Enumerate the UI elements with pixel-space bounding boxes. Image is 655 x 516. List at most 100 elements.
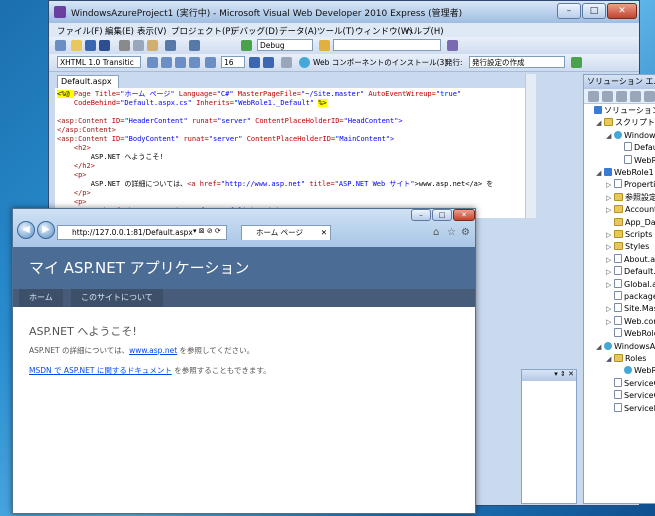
editor-scrollbar[interactable] (525, 74, 536, 218)
tree-item[interactable]: packages.config (606, 291, 655, 302)
menu-file[interactable]: ファイル(F) (57, 25, 103, 37)
redo-icon[interactable] (189, 40, 200, 51)
home-icon[interactable]: ⌂ (433, 227, 439, 238)
asp-net-link[interactable]: www.asp.net (129, 346, 177, 355)
expand-arrow-icon[interactable]: ◢ (606, 354, 612, 365)
tree-item[interactable]: Default.aspx (616, 142, 655, 153)
nav-home[interactable]: ホーム (19, 289, 63, 307)
code-line[interactable]: <p> (57, 171, 87, 180)
tree-item[interactable]: ▷ Default.aspx (606, 266, 655, 278)
minimize-button[interactable]: – (557, 3, 581, 19)
expand-arrow-icon[interactable]: ▷ (606, 242, 612, 253)
tree-item[interactable]: WebRole1 (616, 365, 655, 376)
code-line[interactable]: <asp:Content ID="BodyContent" runat="ser… (57, 135, 394, 144)
save-all-icon[interactable] (99, 40, 110, 51)
tree-item[interactable]: ▷ Styles (606, 241, 649, 253)
tree-item[interactable]: App_Data (606, 217, 655, 228)
format-icon[interactable] (147, 57, 158, 68)
expand-arrow-icon[interactable]: ▷ (606, 304, 612, 315)
vs-titlebar[interactable]: WindowsAzureProject1 (実行中) - Microsoft V… (49, 1, 639, 23)
config-dropdown[interactable]: Debug (257, 39, 313, 51)
menu-project[interactable]: プロジェクト(P) (171, 25, 234, 37)
expand-arrow-icon[interactable]: ◢ (606, 131, 612, 142)
code-editor[interactable]: <%@ Page Title="ホーム ページ" Language="C#" M… (55, 88, 525, 218)
paste-icon[interactable] (147, 40, 158, 51)
close-button[interactable]: ✕ (607, 3, 637, 19)
tree-item[interactable]: ▷ About.aspx (606, 253, 655, 266)
font-size-dropdown[interactable]: 16 (221, 56, 245, 68)
uncomment-icon[interactable] (205, 57, 216, 68)
tree-item[interactable]: ServiceDefinition. (606, 402, 655, 414)
publish-icon[interactable] (571, 57, 582, 68)
code-line[interactable]: </h2> (57, 162, 95, 171)
web-platform-icon[interactable] (299, 57, 310, 68)
properties-icon[interactable] (588, 91, 599, 102)
gear-icon[interactable]: ⚙ (461, 227, 470, 238)
ie-maximize-button[interactable]: □ (432, 209, 452, 221)
close-icon[interactable]: ✕ (321, 226, 327, 239)
tree-item[interactable]: ▷ Site.Master (606, 303, 655, 315)
find-icon[interactable] (319, 40, 330, 51)
tree-item[interactable]: ▷ Global.asax (606, 278, 655, 291)
tree-item[interactable]: ◢ WebRole1 (596, 167, 654, 179)
expand-arrow-icon[interactable]: ◢ (596, 118, 602, 129)
code-line[interactable]: ASP.NET の詳細については、<a href="http://www.asp… (57, 180, 494, 189)
bookmark-next-icon[interactable] (263, 57, 274, 68)
maximize-button[interactable]: □ (582, 3, 606, 19)
tree-item[interactable]: ◢ スクリプト ドキュメン (596, 117, 655, 129)
expand-arrow-icon[interactable]: ▷ (606, 205, 612, 216)
code-line[interactable]: ASP.NET へようこそ! (57, 153, 164, 162)
menu-view[interactable]: 表示(V) (137, 25, 166, 37)
web-install-button[interactable]: Web コンポーネントのインストール(3) (313, 57, 447, 68)
refresh-icon[interactable] (616, 91, 627, 102)
address-icons[interactable]: ▾ ⊠ ⊘ ⟳ (193, 227, 221, 235)
menu-help[interactable]: ヘルプ(H) (405, 25, 444, 37)
doctype-dropdown[interactable]: XHTML 1.0 Transitic (57, 56, 141, 68)
tree-item[interactable]: ServiceConfigurat (606, 390, 655, 401)
code-line[interactable]: <p> (57, 198, 87, 207)
menu-debug[interactable]: デバッグ(D) (231, 25, 278, 37)
copy-icon[interactable] (133, 40, 144, 51)
expand-arrow-icon[interactable]: ▷ (606, 255, 612, 266)
indent-icon[interactable] (161, 57, 172, 68)
expand-arrow-icon[interactable]: ▷ (606, 193, 612, 204)
solution-explorer-icon[interactable] (447, 40, 458, 51)
open-icon[interactable] (71, 40, 82, 51)
tree-item[interactable]: ▷ 参照設定 (606, 192, 655, 204)
tree-item[interactable]: ▷ Scripts (606, 229, 652, 241)
expand-arrow-icon[interactable]: ◢ (596, 342, 602, 353)
favorites-icon[interactable]: ☆ (447, 227, 456, 238)
cut-icon[interactable] (119, 40, 130, 51)
outdent-icon[interactable] (175, 57, 186, 68)
back-button[interactable]: ◀ (17, 221, 35, 239)
layout-icon[interactable] (281, 57, 292, 68)
new-project-icon[interactable] (55, 40, 66, 51)
bookmark-icon[interactable] (249, 57, 260, 68)
nav-about[interactable]: このサイトについて (71, 289, 163, 307)
code-line[interactable]: <asp:Content ID="HeaderContent" runat="s… (57, 117, 403, 126)
find-combo[interactable] (333, 39, 441, 51)
expand-arrow-icon[interactable]: ▷ (606, 317, 612, 328)
code-line[interactable]: CodeBehind="Default.aspx.cs" Inherits="W… (57, 99, 327, 108)
tree-item[interactable]: ▷ Web.config (606, 315, 655, 328)
expand-arrow-icon[interactable]: ◢ (596, 168, 602, 179)
view-code-icon[interactable] (630, 91, 641, 102)
expand-arrow-icon[interactable]: ▷ (606, 180, 612, 191)
start-debug-icon[interactable] (241, 40, 252, 51)
tree-item[interactable]: ◢ Windows Internet (606, 130, 655, 142)
code-line[interactable]: </asp:Content> (57, 126, 116, 135)
forward-button[interactable]: ▶ (37, 221, 55, 239)
menu-tools[interactable]: ツール(T) (317, 25, 354, 37)
menu-edit[interactable]: 編集(E) (105, 25, 134, 37)
publish-dropdown[interactable]: 発行設定の作成 (469, 56, 565, 68)
output-panel[interactable]: ▾ ⇕ ✕ (521, 369, 577, 504)
comment-icon[interactable] (189, 57, 200, 68)
save-icon[interactable] (85, 40, 96, 51)
view-designer-icon[interactable] (644, 91, 655, 102)
expand-arrow-icon[interactable]: ▷ (606, 280, 612, 291)
tab-default-aspx[interactable]: Default.aspx ✕ (57, 75, 119, 98)
show-all-files-icon[interactable] (602, 91, 613, 102)
ie-tab[interactable]: ホーム ページ ✕ (241, 225, 331, 240)
tree-item[interactable]: WebRole.cs (606, 328, 655, 339)
panel-controls[interactable]: ▾ ⇕ ✕ (522, 370, 576, 381)
